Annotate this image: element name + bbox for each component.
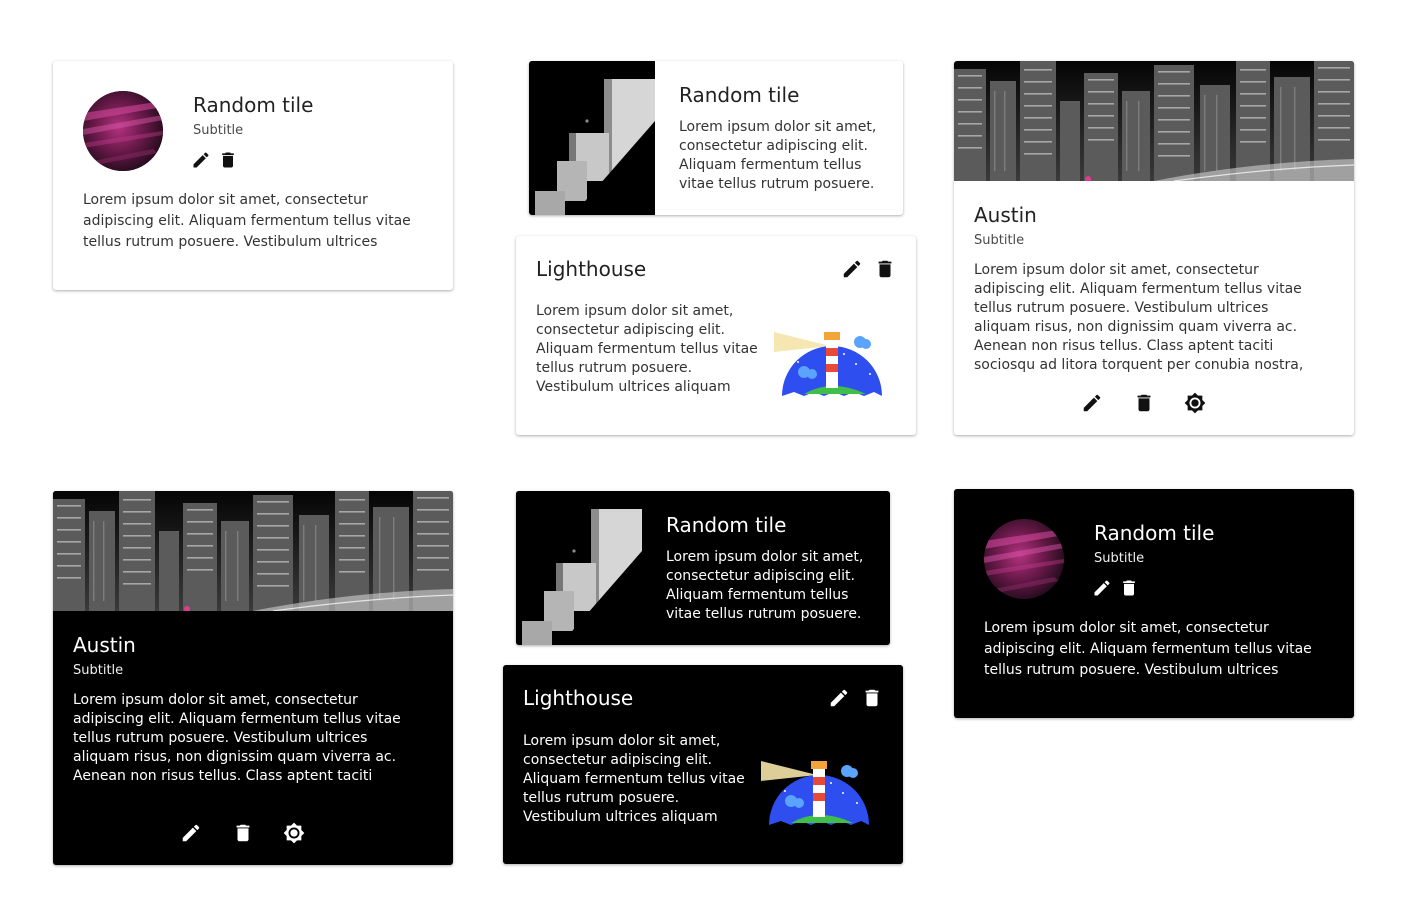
card-subtitle: Subtitle (193, 123, 244, 138)
avatar (984, 519, 1064, 599)
card-lighthouse-light: Lighthouse Lorem ipsum dolor sit amet, c… (516, 236, 916, 435)
brightness-icon[interactable] (1184, 392, 1206, 414)
edit-icon[interactable] (828, 687, 850, 709)
city-image (954, 61, 1354, 181)
card-title: Random tile (1094, 521, 1215, 545)
card-subtitle: Subtitle (974, 233, 1025, 248)
card-random-tile-image-dark: Random tile Lorem ipsum dolor sit amet, … (516, 491, 890, 645)
avatar (83, 91, 163, 171)
card-body: Lorem ipsum dolor sit amet, consectetur … (536, 303, 758, 395)
card-body: Lorem ipsum dolor sit amet, consectetur … (974, 262, 1304, 373)
stairs-image (529, 61, 655, 215)
card-subtitle: Subtitle (73, 663, 124, 678)
card-body: Lorem ipsum dolor sit amet, consectetur … (984, 620, 1312, 678)
card-title: Lighthouse (536, 257, 647, 281)
card-title: Random tile (666, 513, 787, 537)
delete-icon[interactable] (1119, 578, 1139, 598)
delete-icon[interactable] (1133, 392, 1155, 414)
card-random-tile-avatar-light: Random tile Subtitle Lorem ipsum dolor s… (53, 61, 453, 290)
card-body: Lorem ipsum dolor sit amet, consectetur … (83, 192, 411, 250)
brightness-icon[interactable] (283, 822, 305, 844)
edit-icon[interactable] (841, 258, 863, 280)
edit-icon[interactable] (1092, 578, 1112, 598)
card-body: Lorem ipsum dolor sit amet, consectetur … (523, 733, 745, 825)
card-title: Random tile (679, 83, 800, 107)
card-body: Lorem ipsum dolor sit amet, consectetur … (666, 549, 864, 622)
card-random-tile-image-light: Random tile Lorem ipsum dolor sit amet, … (529, 61, 903, 215)
lighthouse-illustration (761, 753, 877, 825)
edit-icon[interactable] (180, 822, 202, 844)
card-title: Austin (974, 203, 1037, 227)
card-austin-dark: Austin Subtitle Lorem ipsum dolor sit am… (53, 491, 453, 865)
delete-icon[interactable] (232, 822, 254, 844)
card-austin-light: Austin Subtitle Lorem ipsum dolor sit am… (954, 61, 1354, 435)
card-subtitle: Subtitle (1094, 551, 1145, 566)
lighthouse-illustration (774, 324, 890, 396)
edit-icon[interactable] (1081, 392, 1103, 414)
edit-icon[interactable] (191, 150, 211, 170)
card-body: Lorem ipsum dolor sit amet, consectetur … (73, 692, 401, 788)
card-title: Random tile (193, 93, 314, 117)
delete-icon[interactable] (861, 687, 883, 709)
delete-icon[interactable] (218, 150, 238, 170)
card-body: Lorem ipsum dolor sit amet, consectetur … (679, 119, 877, 192)
card-lighthouse-dark: Lighthouse Lorem ipsum dolor sit amet, c… (503, 665, 903, 864)
stairs-image (516, 491, 642, 645)
delete-icon[interactable] (874, 258, 896, 280)
city-image (53, 491, 453, 611)
card-title: Lighthouse (523, 686, 634, 710)
card-title: Austin (73, 633, 136, 657)
card-random-tile-avatar-dark: Random tile Subtitle Lorem ipsum dolor s… (954, 489, 1354, 718)
